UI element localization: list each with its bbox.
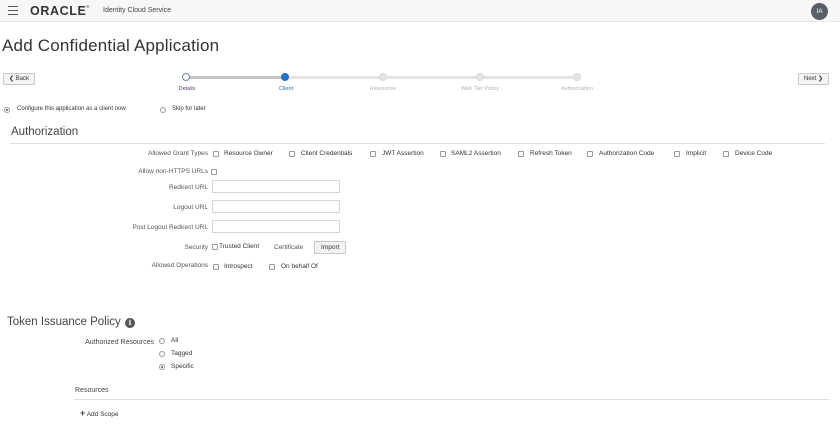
import-button[interactable]: Import [314,241,347,254]
resources-divider [74,399,829,400]
introspect-checkbox[interactable] [213,264,219,270]
post-logout-redirect-url-label: Post Logout Redirect URL [132,224,208,231]
hamburger-menu-icon[interactable] [8,6,18,15]
train-label-resources[interactable]: Resources [370,86,396,92]
grant-device-code-checkbox[interactable] [723,151,729,157]
train-label-authorization[interactable]: Authorization [561,86,593,92]
grant-implicit-label: Implicit [686,150,707,157]
grant-authorization-code-label: Authorization Code [599,150,655,157]
grant-saml2-assertion-checkbox[interactable] [440,151,446,157]
grant-client-credentials-label: Client Credentials [301,150,353,157]
train-label-client[interactable]: Client [279,86,293,92]
page-title: Add Confidential Application [2,36,220,55]
grant-resource-owner-checkbox[interactable] [213,151,219,157]
allow-non-https-label: Allow non-HTTPS URLs [138,168,208,175]
grant-refresh-token-label: Refresh Token [530,150,572,157]
redirect-url-input[interactable] [212,180,340,193]
on-behalf-of-checkbox[interactable] [269,264,275,270]
train-label-web-tier-policy[interactable]: Web Tier Policy [461,86,499,92]
on-behalf-of-label: On behalf Of [281,263,318,270]
skip-for-later-label: Skip for later [172,106,206,112]
oracle-logo: ORACLE® [30,4,90,18]
resources-tagged-radio[interactable] [159,351,165,357]
grant-device-code-label: Device Code [735,150,773,157]
redirect-url-label: Redirect URL [168,184,208,191]
configure-now-radio[interactable] [4,107,10,113]
grant-jwt-assertion-label: JWT Assertion [382,150,424,157]
info-icon[interactable]: i [125,318,135,328]
resources-heading: Resources [75,387,109,394]
resources-all-radio[interactable] [159,338,165,344]
post-logout-redirect-url-input[interactable] [212,220,340,233]
train-progress-segment [188,76,288,79]
authorization-divider [10,143,825,144]
resources-all-label: All [171,337,179,344]
resources-specific-label: Specific [171,363,194,370]
train-stop-details[interactable] [182,73,190,81]
grant-resource-owner-label: Resource Owner [224,150,273,157]
authorization-heading: Authorization [11,126,79,138]
allowed-grant-types-label: Allowed Grant Types [148,150,208,157]
grant-refresh-token-checkbox[interactable] [518,151,524,157]
plus-icon: + [80,408,86,418]
grant-authorization-code-checkbox[interactable] [587,151,593,157]
train-stop-authorization[interactable] [573,73,581,81]
trusted-client-label: Trusted Client [219,243,260,250]
introspect-label: Introspect [224,263,253,270]
top-bar: ORACLE® Identity Cloud Service IA [0,0,840,22]
allow-non-https-checkbox[interactable] [211,169,217,175]
logout-url-input[interactable] [212,200,340,213]
skip-for-later-radio[interactable] [160,107,166,113]
authorized-resources-label: Authorized Resources [85,339,154,346]
train-stop-client[interactable] [281,73,289,81]
train-label-details[interactable]: Details [179,86,196,92]
resources-specific-radio[interactable] [159,364,165,370]
grant-implicit-checkbox[interactable] [674,151,680,157]
token-issuance-policy-heading: Token Issuance Policy [7,316,121,328]
logout-url-label: Logout URL [173,204,208,211]
grant-jwt-assertion-checkbox[interactable] [370,151,376,157]
train-track [288,76,578,79]
grant-client-credentials-checkbox[interactable] [289,151,295,157]
security-label: Security [184,244,208,251]
product-name: Identity Cloud Service [103,7,172,14]
user-avatar[interactable]: IA [811,3,828,20]
chevron-right-icon: ❯ [818,76,824,82]
trusted-client-checkbox[interactable] [212,244,218,250]
next-button[interactable]: Next ❯ [798,73,830,85]
grant-saml2-assertion-label: SAML2 Assertion [451,150,501,157]
chevron-left-icon: ❮ [9,76,15,82]
train-stop-resources[interactable] [379,73,387,81]
certificate-label: Certificate [274,244,304,251]
allowed-operations-label: Allowed Operations [151,262,208,269]
back-button[interactable]: ❮ Back [3,73,36,85]
resources-tagged-label: Tagged [171,350,193,357]
configure-now-label: Configure this application as a client n… [17,106,126,112]
train-stop-web-tier-policy[interactable] [476,73,484,81]
add-scope-button[interactable]: + Add Scope [80,408,119,418]
